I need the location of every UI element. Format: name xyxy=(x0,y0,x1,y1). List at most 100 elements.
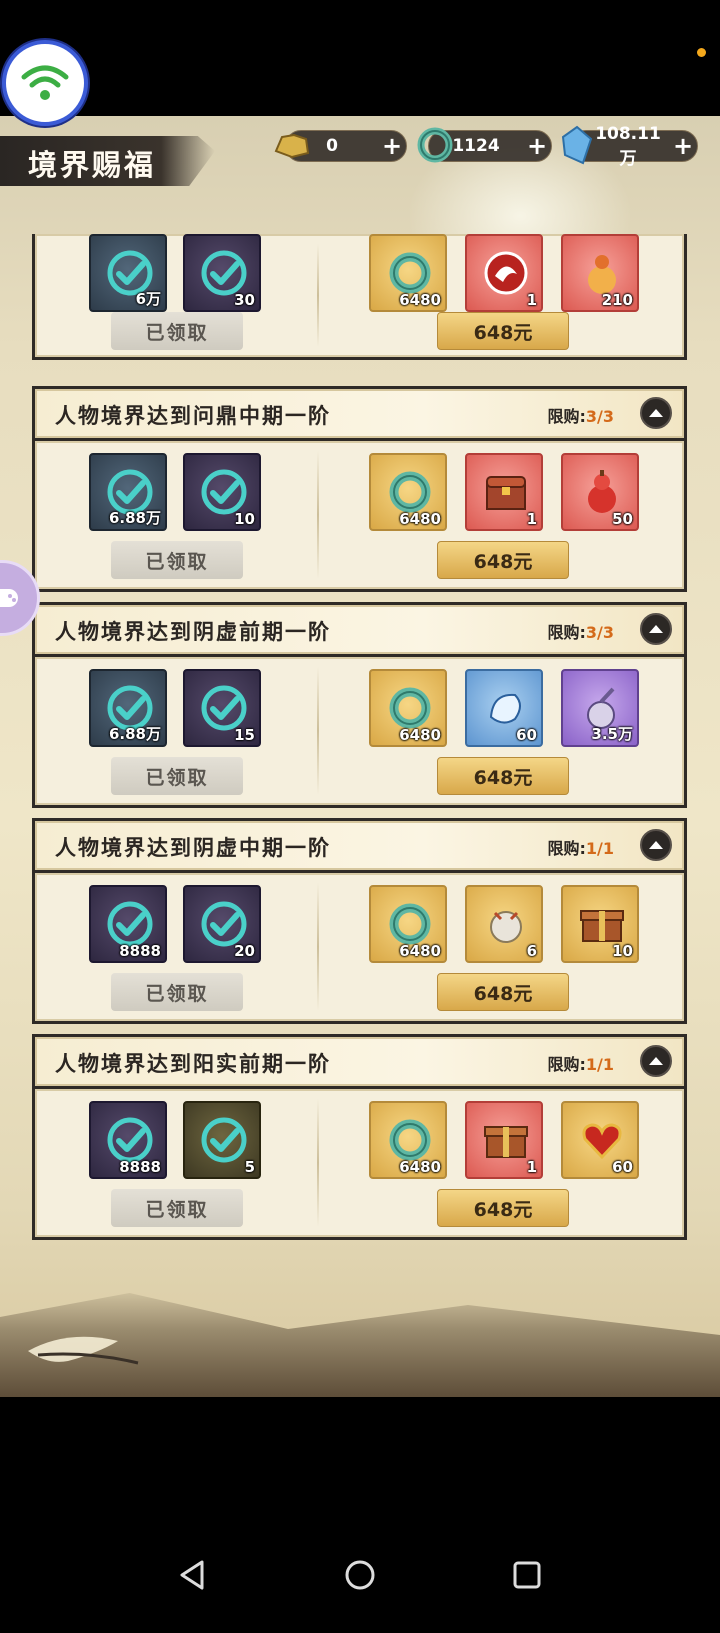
free-reward-item[interactable]: 20 xyxy=(183,885,261,963)
paid-reward-item[interactable]: 1 xyxy=(465,453,543,531)
reward-condition: 人物境界达到阴虚前期一阶 xyxy=(55,619,331,644)
paid-reward-item[interactable]: 1 xyxy=(465,234,543,312)
item-count: 1 xyxy=(526,291,537,309)
paid-reward-item[interactable]: 6480 xyxy=(369,669,447,747)
item-count: 6480 xyxy=(399,726,441,744)
item-count: 6万 xyxy=(135,290,161,308)
reward-card: 6.88万 15 6480 60 3.5万已领取 648元 xyxy=(32,654,687,808)
paid-reward-item[interactable]: 1 xyxy=(465,1101,543,1179)
reward-card-header: 人物境界达到阳实前期一阶 限购:1/1 xyxy=(32,1034,687,1086)
add-crystal-button[interactable]: + xyxy=(669,132,697,160)
purchase-limit: 限购:3/3 xyxy=(547,619,614,643)
gift-box-icon xyxy=(484,1126,528,1158)
purchase-limit-value: 1/1 xyxy=(585,839,614,858)
item-count: 1 xyxy=(526,1158,537,1176)
free-reward-item[interactable]: 8888 xyxy=(89,885,167,963)
currency-crystal: 108.11万 + xyxy=(561,124,698,169)
paid-reward-item[interactable]: 50 xyxy=(561,453,639,531)
free-reward-item[interactable]: 6.88万 xyxy=(89,669,167,747)
buy-button[interactable]: 648元 xyxy=(437,312,569,350)
reward-condition: 人物境界达到阴虚中期一阶 xyxy=(55,835,331,860)
reward-card: 6.88万 10 6480 1 50 已领取 648元 xyxy=(32,438,687,592)
item-count: 5 xyxy=(244,1158,255,1176)
add-gold-button[interactable]: + xyxy=(378,132,406,160)
free-reward-item[interactable]: 6.88万 xyxy=(89,453,167,531)
paid-reward-item[interactable]: 6480 xyxy=(369,234,447,312)
paid-reward-item[interactable]: 6480 xyxy=(369,453,447,531)
free-reward-item[interactable]: 6万 xyxy=(89,234,167,312)
paid-reward-item[interactable]: 6 xyxy=(465,885,543,963)
claimed-button[interactable]: 已领取 xyxy=(111,312,243,350)
paid-reward-item[interactable]: 10 xyxy=(561,885,639,963)
add-jade-button[interactable]: + xyxy=(523,132,551,160)
android-nav-bar xyxy=(0,1540,720,1610)
gold-ingot-icon xyxy=(274,133,310,159)
claimed-button[interactable]: 已领取 xyxy=(111,973,243,1011)
free-reward-item[interactable]: 8888 xyxy=(89,1101,167,1179)
crane-ornament-icon xyxy=(28,1336,139,1365)
free-reward-item[interactable]: 15 xyxy=(183,669,261,747)
paid-reward-item[interactable]: 3.5万 xyxy=(561,669,639,747)
buy-button[interactable]: 648元 xyxy=(437,973,569,1011)
purchase-limit: 限购:1/1 xyxy=(547,835,614,859)
dragon-emblem-icon xyxy=(484,251,528,295)
check-icon xyxy=(201,1117,247,1163)
purchase-limit-value: 3/3 xyxy=(585,623,614,642)
game-view: 境界赐福 0 + 1124 + 108.11万 + 6万 30 6480 1 210 已领… xyxy=(0,116,720,1397)
item-count: 8888 xyxy=(119,1158,161,1176)
purchase-limit-label: 限购: xyxy=(547,407,586,426)
item-count: 10 xyxy=(234,510,255,528)
paid-reward-item[interactable]: 210 xyxy=(561,234,639,312)
collapse-button[interactable] xyxy=(640,613,672,645)
item-count: 6.88万 xyxy=(108,509,161,527)
claimed-button[interactable]: 已领取 xyxy=(111,541,243,579)
item-count: 30 xyxy=(234,291,255,309)
beast-pouch-icon xyxy=(490,911,522,943)
buy-button[interactable]: 648元 xyxy=(437,1189,569,1227)
paid-reward-item[interactable]: 6480 xyxy=(369,885,447,963)
collapse-button[interactable] xyxy=(640,1045,672,1077)
recents-icon[interactable] xyxy=(510,1558,544,1592)
item-count: 60 xyxy=(612,1158,633,1176)
card-divider xyxy=(317,1099,319,1227)
card-divider xyxy=(317,667,319,795)
item-count: 15 xyxy=(234,726,255,744)
notification-dot xyxy=(697,48,706,57)
free-reward-item[interactable]: 30 xyxy=(183,234,261,312)
free-reward-item[interactable]: 10 xyxy=(183,453,261,531)
paid-reward-item[interactable]: 6480 xyxy=(369,1101,447,1179)
chevron-up-icon xyxy=(649,841,663,849)
card-divider xyxy=(317,883,319,1011)
reward-card-header: 人物境界达到问鼎中期一阶 限购:3/3 xyxy=(32,386,687,438)
purchase-limit: 限购:3/3 xyxy=(547,403,614,427)
item-count: 6480 xyxy=(399,291,441,309)
currency-jade: 1124 + xyxy=(417,127,552,163)
chevron-up-icon xyxy=(649,625,663,633)
home-icon[interactable] xyxy=(343,1558,377,1592)
claimed-button[interactable]: 已领取 xyxy=(111,1189,243,1227)
reward-condition: 人物境界达到阳实前期一阶 xyxy=(55,1051,331,1076)
item-count: 6 xyxy=(526,942,537,960)
collapse-button[interactable] xyxy=(640,397,672,429)
collapse-button[interactable] xyxy=(640,829,672,861)
buy-button[interactable]: 648元 xyxy=(437,757,569,795)
purchase-limit-value: 1/1 xyxy=(585,1055,614,1074)
reward-card-header: 人物境界达到阴虚前期一阶 限购:3/3 xyxy=(32,602,687,654)
item-count: 20 xyxy=(234,942,255,960)
buy-button[interactable]: 648元 xyxy=(437,541,569,579)
purchase-limit-label: 限购: xyxy=(547,1055,586,1074)
wifi-float-button[interactable] xyxy=(2,40,88,126)
item-count: 6480 xyxy=(399,1158,441,1176)
back-icon[interactable] xyxy=(176,1558,210,1592)
spirit-crystal-icon xyxy=(561,125,593,165)
item-count: 1 xyxy=(526,510,537,528)
claimed-button[interactable]: 已领取 xyxy=(111,757,243,795)
paid-reward-item[interactable]: 60 xyxy=(561,1101,639,1179)
paid-reward-item[interactable]: 60 xyxy=(465,669,543,747)
jade-dragon-icon xyxy=(417,127,453,163)
currency-gold: 0 + xyxy=(274,130,407,162)
free-reward-item[interactable]: 5 xyxy=(183,1101,261,1179)
reward-condition: 人物境界达到问鼎中期一阶 xyxy=(55,403,331,428)
purchase-limit-label: 限购: xyxy=(547,623,586,642)
wifi-icon xyxy=(21,65,69,100)
